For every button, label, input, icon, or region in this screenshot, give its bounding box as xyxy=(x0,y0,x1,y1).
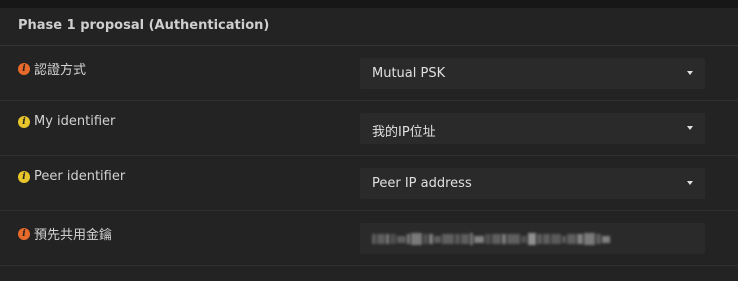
label-text: 預先共用金鑰 xyxy=(34,228,113,243)
obscured-key-value xyxy=(372,233,611,245)
caret-down-icon xyxy=(687,181,693,185)
my-identifier-select[interactable]: 我的IP位址 xyxy=(360,113,705,144)
section-header: Phase 1 proposal (Authentication) xyxy=(0,8,738,46)
top-strip xyxy=(0,0,738,8)
label-peer-identifier: i Peer identifier xyxy=(18,169,125,184)
row-peer-identifier: i Peer identifier Peer IP address xyxy=(0,156,738,211)
row-authentication-method: i 認證方式 Mutual PSK xyxy=(0,46,738,101)
select-value: Mutual PSK xyxy=(372,66,446,81)
info-icon[interactable]: i xyxy=(18,115,30,128)
section-title: Phase 1 proposal (Authentication) xyxy=(18,18,270,33)
label-text: 認證方式 xyxy=(34,63,87,78)
select-value: 我的IP位址 xyxy=(372,125,436,140)
info-icon[interactable]: i xyxy=(18,62,30,75)
pre-shared-key-input[interactable] xyxy=(360,223,705,254)
row-pre-shared-key: i 預先共用金鑰 xyxy=(0,211,738,266)
caret-down-icon xyxy=(687,126,693,130)
row-my-identifier: i My identifier 我的IP位址 xyxy=(0,101,738,156)
phase1-panel: Phase 1 proposal (Authentication) i 認證方式… xyxy=(0,8,738,281)
select-value: Peer IP address xyxy=(372,176,472,191)
caret-down-icon xyxy=(687,71,693,75)
peer-identifier-select[interactable]: Peer IP address xyxy=(360,168,705,199)
label-my-identifier: i My identifier xyxy=(18,114,115,129)
label-text: Peer identifier xyxy=(34,169,126,184)
label-text: My identifier xyxy=(34,114,116,129)
authentication-method-select[interactable]: Mutual PSK xyxy=(360,58,705,89)
label-authentication-method: i 認證方式 xyxy=(18,59,86,78)
label-pre-shared-key: i 預先共用金鑰 xyxy=(18,224,112,243)
info-icon[interactable]: i xyxy=(18,170,30,183)
info-icon[interactable]: i xyxy=(18,227,30,240)
